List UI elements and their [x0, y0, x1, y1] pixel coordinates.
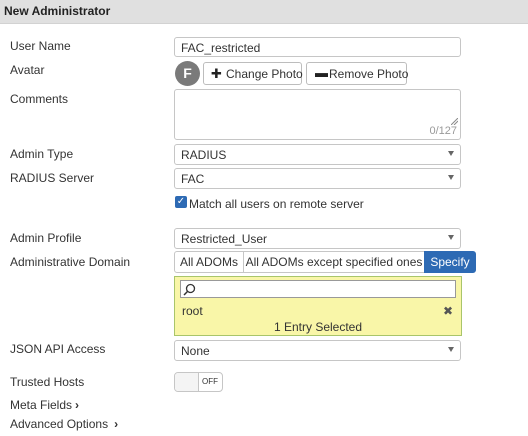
resize-grip-icon[interactable]	[451, 118, 458, 125]
dialog-title: New Administrator	[4, 4, 111, 18]
match-all-checkbox[interactable]: ✓	[175, 196, 187, 208]
admin-type-value: RADIUS	[181, 148, 227, 162]
match-all-label: Match all users on remote server	[189, 197, 364, 211]
change-photo-label: Change Photo	[226, 67, 303, 81]
search-icon	[183, 283, 196, 296]
json-api-select[interactable]: None	[174, 340, 461, 361]
admin-profile-label: Admin Profile	[10, 231, 82, 245]
adom-entry-root: root	[182, 304, 203, 318]
plus-icon: ✚	[211, 66, 222, 81]
user-name-input[interactable]: FAC_restricted	[174, 37, 461, 57]
user-name-label: User Name	[10, 39, 71, 53]
chevron-right-icon: ›	[75, 398, 80, 412]
adom-selected-count: 1 Entry Selected	[273, 320, 363, 334]
remove-photo-button[interactable]: ▬ Remove Photo	[306, 62, 409, 85]
dialog-header: New Administrator	[0, 0, 528, 24]
radius-server-value: FAC	[181, 172, 205, 186]
minus-icon: ▬	[315, 65, 328, 80]
admin-profile-select[interactable]: Restricted_User	[174, 228, 461, 249]
json-api-label: JSON API Access	[10, 342, 106, 356]
change-photo-button[interactable]: ✚ Change Photo	[203, 62, 303, 85]
trusted-hosts-label: Trusted Hosts	[10, 375, 85, 389]
remove-photo-label: Remove Photo	[329, 67, 409, 81]
radius-server-select[interactable]: FAC	[174, 168, 461, 189]
advanced-options-link[interactable]: Advanced Options ›	[10, 417, 118, 431]
admin-type-select[interactable]: RADIUS	[174, 144, 461, 165]
chevron-down-icon	[448, 347, 454, 352]
chevron-down-icon	[448, 175, 454, 180]
comments-label: Comments	[10, 92, 69, 106]
advanced-options-label: Advanced Options	[10, 417, 109, 431]
user-name-value: FAC_restricted	[181, 41, 261, 55]
json-api-value: None	[181, 344, 210, 358]
avatar-label: Avatar	[10, 63, 45, 77]
adom-search-input[interactable]	[180, 280, 456, 298]
toggle-knob	[175, 373, 199, 391]
meta-fields-link[interactable]: Meta Fields ›	[10, 398, 79, 412]
comments-counter: 0/127	[429, 125, 457, 137]
comments-textarea[interactable]: 0/127	[174, 89, 461, 140]
all-adoms-except-option[interactable]: All ADOMs except specified ones	[243, 251, 425, 273]
adom-selector-panel: root ✖ 1 Entry Selected	[174, 276, 462, 336]
remove-entry-icon[interactable]: ✖	[443, 304, 453, 318]
meta-fields-label: Meta Fields	[10, 398, 73, 412]
radius-server-label: RADIUS Server	[10, 171, 95, 185]
admin-domain-label: Administrative Domain	[10, 255, 131, 269]
avatar: F	[175, 61, 200, 86]
admin-type-label: Admin Type	[10, 147, 74, 161]
specify-option[interactable]: Specify	[424, 251, 476, 273]
chevron-down-icon	[448, 235, 454, 240]
all-adoms-option[interactable]: All ADOMs	[174, 251, 244, 273]
admin-profile-value: Restricted_User	[181, 232, 268, 246]
chevron-right-icon: ›	[114, 417, 119, 431]
trusted-hosts-toggle[interactable]: OFF	[174, 372, 223, 392]
toggle-state: OFF	[202, 377, 218, 386]
chevron-down-icon	[448, 151, 454, 156]
